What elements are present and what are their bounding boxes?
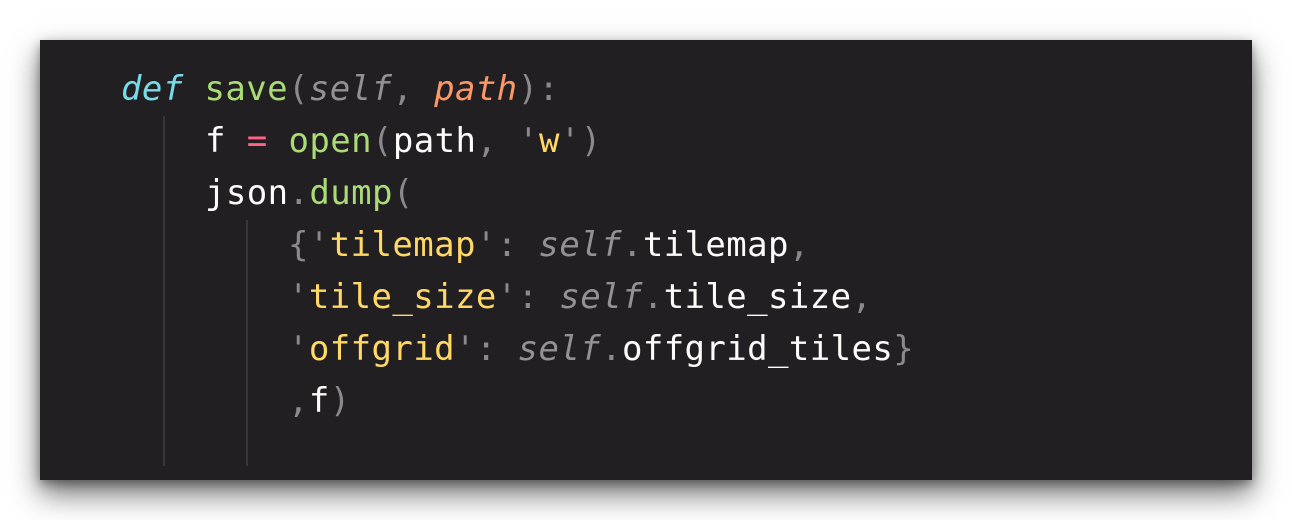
code-token: ,	[392, 69, 435, 109]
code-token: ,	[476, 121, 519, 161]
code-token: offgrid	[308, 329, 455, 369]
code-token: )	[329, 381, 351, 421]
code-line-2: f = open(path, 'w')	[121, 115, 602, 167]
code-token: f	[205, 121, 226, 161]
code-block[interactable]: def save(self, path): f = open(path, 'w'…	[40, 40, 1252, 480]
code-token: f	[308, 381, 330, 421]
code-token: .	[601, 329, 622, 369]
code-token: json	[205, 173, 289, 213]
code-token: offgrid_tiles	[621, 329, 894, 369]
code-token: path	[434, 69, 518, 109]
code-token: ,	[288, 381, 309, 421]
code-token: =	[246, 121, 268, 161]
code-token: '	[308, 225, 330, 265]
code-token: path	[392, 121, 477, 161]
code-token: '	[288, 277, 309, 317]
code-token: :	[496, 225, 539, 265]
code-token: (	[371, 121, 393, 161]
code-token: '	[496, 277, 518, 317]
code-line-4: {'tilemap': self.tilemap,	[121, 219, 810, 271]
code-line-7: ,f)	[121, 375, 351, 427]
code-token: w	[538, 121, 560, 161]
code-line-3: json.dump(	[121, 167, 414, 219]
code-token: save	[204, 69, 288, 109]
code-token: '	[475, 225, 497, 265]
code-token: '	[518, 121, 539, 161]
code-token: '	[288, 329, 309, 369]
code-token: def	[121, 69, 184, 109]
code-token: :	[517, 277, 560, 317]
code-token: self	[517, 329, 602, 369]
code-line-6: 'offgrid': self.offgrid_tiles}	[121, 323, 914, 375]
code-token: '	[454, 329, 476, 369]
code-token: self	[308, 69, 393, 109]
code-token: {	[288, 225, 309, 265]
code-token: }	[893, 329, 915, 369]
code-token: (	[392, 173, 414, 213]
code-editor-window: def save(self, path): f = open(path, 'w'…	[40, 40, 1252, 480]
code-token: .	[621, 225, 643, 265]
code-token: dump	[309, 173, 393, 213]
code-token: ,	[788, 225, 810, 265]
code-token: tile_size	[663, 277, 852, 317]
code-token: tilemap	[329, 225, 476, 265]
code-token: tile_size	[308, 277, 497, 317]
code-token: ,	[851, 277, 873, 317]
code-token: .	[642, 277, 664, 317]
code-token: (	[287, 69, 309, 109]
code-line-1: def save(self, path):	[121, 63, 559, 115]
code-line-5: 'tile_size': self.tile_size,	[121, 271, 872, 323]
code-token: :	[475, 329, 518, 369]
code-token: '	[559, 121, 581, 161]
code-token: .	[288, 173, 310, 213]
code-token: ):	[517, 69, 560, 109]
code-token: tilemap	[642, 225, 789, 265]
code-token: open	[288, 121, 372, 161]
code-token: )	[580, 121, 602, 161]
code-token: self	[559, 277, 643, 317]
code-token: self	[538, 225, 622, 265]
